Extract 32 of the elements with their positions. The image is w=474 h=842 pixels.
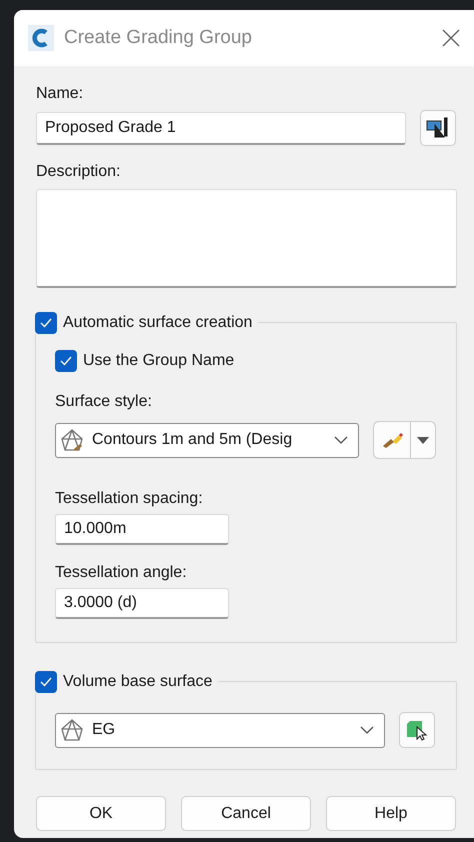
caret-icon (417, 436, 429, 444)
checkbox[interactable] (35, 312, 57, 334)
dialog-button[interactable]: OK (36, 796, 166, 831)
chevron-down-icon (360, 726, 374, 734)
tessellation-spacing-field[interactable]: 10.000m (55, 514, 229, 545)
checkbox-label: Automatic surface creation (63, 313, 252, 333)
tessellation-angle-label: Tessellation angle: (55, 563, 188, 583)
check-icon (60, 356, 72, 366)
pick-from-drawing-button[interactable] (420, 110, 456, 146)
dialog-button[interactable]: Cancel (181, 796, 311, 831)
checkbox-label: Volume base surface (63, 672, 212, 692)
checkbox-label: Use the Group Name (83, 351, 234, 371)
window-title: Create Grading Group (64, 27, 253, 49)
app-logo-icon (28, 25, 54, 51)
pick-surface-button[interactable] (399, 712, 435, 748)
description-field[interactable] (36, 189, 457, 288)
close-icon[interactable] (442, 29, 460, 47)
style-edit-button[interactable] (373, 421, 436, 459)
surface-style-label: Surface style: (55, 392, 153, 412)
base-surface-dropdown[interactable]: EG (55, 712, 385, 748)
surface-style-dropdown[interactable]: Contours 1m and 5m (Desig (55, 422, 359, 458)
name-field[interactable]: Proposed Grade 1 (36, 112, 406, 144)
check-icon (40, 318, 52, 328)
check-icon (40, 677, 52, 687)
chevron-down-icon (334, 436, 348, 444)
checkbox[interactable] (55, 350, 77, 372)
tessellation-spacing-label: Tessellation spacing: (55, 489, 204, 509)
tessellation-angle-field[interactable]: 3.0000 (d) (55, 588, 229, 619)
name-label: Name: (36, 84, 84, 104)
description-label: Description: (36, 162, 122, 182)
dialog-button[interactable]: Help (326, 796, 456, 831)
checkbox[interactable] (35, 671, 57, 693)
